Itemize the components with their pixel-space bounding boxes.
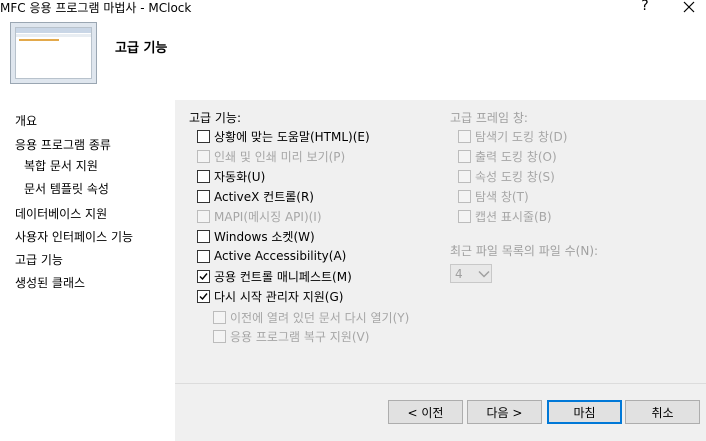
option-explorer-docking-pane[interactable]: 탐색기 도킹 창(D) xyxy=(458,127,567,145)
checkbox[interactable] xyxy=(197,269,210,283)
option-common-control-manifest[interactable]: 공용 컨트롤 매니페스트(M) xyxy=(197,267,352,285)
wizard-thumbnail-image xyxy=(10,22,97,84)
checkbox[interactable] xyxy=(197,289,210,303)
option-properties-docking-pane[interactable]: 속성 도킹 창(S) xyxy=(458,167,555,185)
previous-button[interactable]: < 이전 xyxy=(388,400,463,424)
close-button[interactable] xyxy=(679,0,699,17)
help-button[interactable]: ? xyxy=(638,0,652,14)
frame-panes-heading: 고급 프레임 창: xyxy=(450,111,528,125)
option-caption-bar[interactable]: 캡션 표시줄(B) xyxy=(458,207,552,225)
mru-count-dropdown[interactable]: 4 xyxy=(450,264,492,283)
checkbox[interactable] xyxy=(213,329,226,343)
checkbox[interactable] xyxy=(197,209,210,223)
option-navigation-pane[interactable]: 탐색 창(T) xyxy=(458,187,529,205)
finish-button[interactable]: 마침 xyxy=(547,400,622,424)
window-title: MFC 응용 프로그램 마법사 - MClock xyxy=(0,1,192,15)
checkbox[interactable] xyxy=(197,149,210,163)
cancel-button[interactable]: 취소 xyxy=(625,400,700,424)
advanced-features-heading: 고급 기능: xyxy=(189,111,242,125)
option-application-recovery[interactable]: 응용 프로그램 복구 지원(V) xyxy=(213,327,369,345)
nav-item-database-support[interactable]: 데이터베이스 지원 xyxy=(15,205,107,222)
option-windows-sockets[interactable]: Windows 소켓(W) xyxy=(197,227,315,245)
checkbox[interactable] xyxy=(197,169,210,183)
option-reopen-documents[interactable]: 이전에 열려 있던 문서 다시 열기(Y) xyxy=(213,308,409,326)
title-bar: MFC 응용 프로그램 마법사 - MClock ? xyxy=(0,0,706,16)
option-active-accessibility[interactable]: Active Accessibility(A) xyxy=(197,247,346,265)
close-icon xyxy=(683,1,695,13)
option-automation[interactable]: 자동화(U) xyxy=(197,167,265,185)
option-activex-controls[interactable]: ActiveX 컨트롤(R) xyxy=(197,187,314,205)
checkbox[interactable] xyxy=(197,129,210,143)
mru-count-label: 최근 파일 목록의 파일 수(N): xyxy=(450,244,599,258)
option-restart-manager[interactable]: 다시 시작 관리자 지원(G) xyxy=(197,287,343,305)
option-context-help[interactable]: 상황에 맞는 도움말(HTML)(E) xyxy=(197,127,370,145)
nav-item-generated-classes[interactable]: 생성된 클래스 xyxy=(15,274,85,291)
chevron-down-icon xyxy=(478,270,490,278)
nav-item-application-type[interactable]: 응용 프로그램 종류 xyxy=(15,136,111,153)
checkbox[interactable] xyxy=(458,149,471,163)
nav-item-document-template[interactable]: 문서 템플릿 속성 xyxy=(24,180,109,197)
option-print-preview[interactable]: 인쇄 및 인쇄 미리 보기(P) xyxy=(197,147,345,165)
nav-item-compound-document[interactable]: 복합 문서 지원 xyxy=(24,157,98,174)
nav-item-overview[interactable]: 개요 xyxy=(15,112,37,129)
page-title: 고급 기능 xyxy=(115,41,168,56)
checkbox[interactable] xyxy=(197,229,210,243)
checkbox[interactable] xyxy=(458,129,471,143)
checkbox[interactable] xyxy=(197,249,210,263)
checkmark-icon xyxy=(199,272,208,280)
nav-item-ui-features[interactable]: 사용자 인터페이스 기능 xyxy=(15,228,133,245)
checkmark-icon xyxy=(199,292,208,300)
checkbox[interactable] xyxy=(458,189,471,203)
checkbox[interactable] xyxy=(213,310,226,324)
checkbox[interactable] xyxy=(197,189,210,203)
option-output-docking-pane[interactable]: 출력 도킹 창(O) xyxy=(458,147,557,165)
checkbox[interactable] xyxy=(458,209,471,223)
nav-item-advanced-features[interactable]: 고급 기능 xyxy=(15,251,63,268)
next-button[interactable]: 다음 > xyxy=(467,400,542,424)
checkbox[interactable] xyxy=(458,169,471,183)
option-mapi[interactable]: MAPI(메시징 API)(I) xyxy=(197,207,322,225)
